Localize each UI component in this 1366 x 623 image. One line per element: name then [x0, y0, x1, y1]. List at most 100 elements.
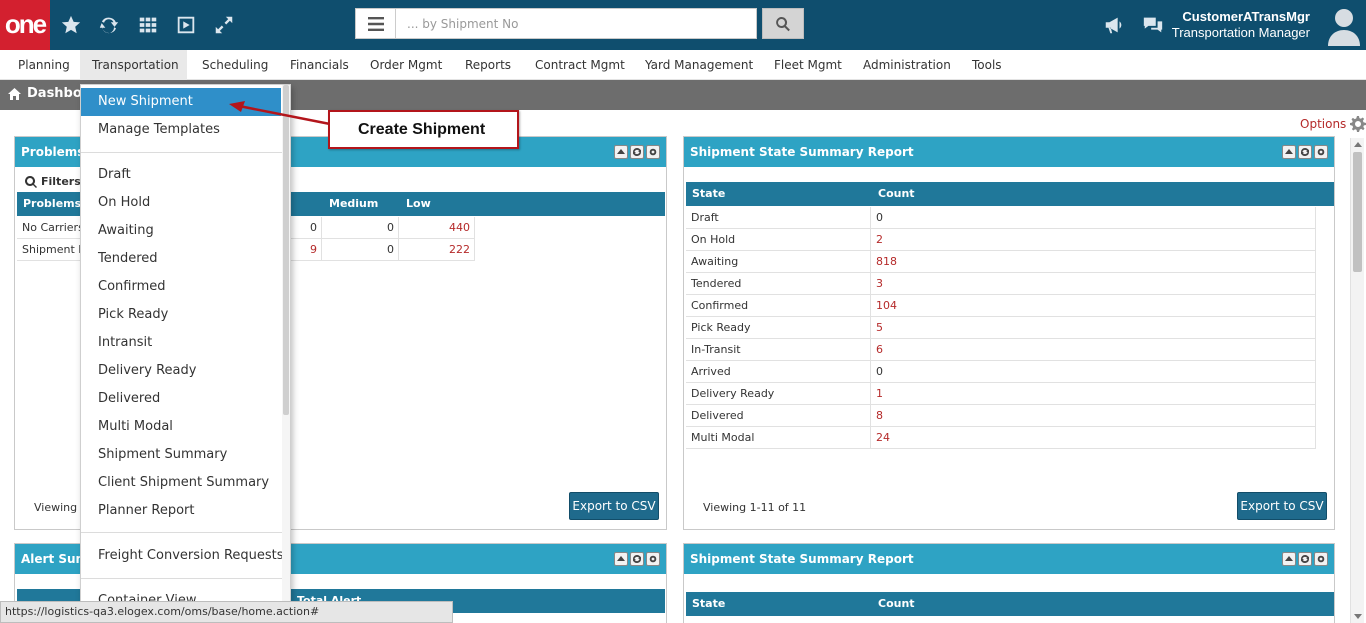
shipment-search-input[interactable]: [397, 9, 755, 38]
table-row[interactable]: Arrived 0: [686, 361, 1316, 383]
col-low[interactable]: Low: [400, 192, 431, 216]
refresh-icon[interactable]: [1298, 552, 1312, 566]
settings-icon[interactable]: [1314, 552, 1328, 566]
refresh-icon[interactable]: [630, 145, 644, 159]
menu-confirmed[interactable]: Confirmed: [81, 273, 281, 301]
user-name: CustomerATransMgr: [1182, 9, 1310, 24]
refresh-icon[interactable]: [630, 552, 644, 566]
user-role: Transportation Manager: [1171, 25, 1310, 40]
breadcrumb[interactable]: Dashboa: [8, 86, 91, 101]
settings-icon[interactable]: [1314, 145, 1328, 159]
nav-scheduling[interactable]: Scheduling: [190, 50, 280, 80]
menu-delivered[interactable]: Delivered: [81, 385, 281, 413]
scroll-thumb[interactable]: [1353, 152, 1362, 272]
col-state[interactable]: State: [686, 182, 725, 206]
col-state[interactable]: State: [686, 592, 725, 616]
chat-icon[interactable]: [1141, 13, 1165, 37]
cell-state: Arrived: [686, 361, 871, 383]
menu-intransit[interactable]: Intransit: [81, 329, 281, 357]
menu-draft[interactable]: Draft: [81, 161, 281, 189]
search-button[interactable]: [762, 8, 804, 39]
table-row[interactable]: Confirmed 104: [686, 295, 1316, 317]
nav-tools[interactable]: Tools: [960, 50, 1014, 80]
cell-medium: 0: [322, 239, 399, 261]
collapse-icon[interactable]: [1282, 552, 1296, 566]
home-icon: [8, 87, 21, 100]
cell-count: 0: [871, 361, 1316, 383]
menu-multi-modal[interactable]: Multi Modal: [81, 413, 281, 441]
nav-planning[interactable]: Planning: [6, 50, 82, 80]
refresh-icon[interactable]: [1298, 145, 1312, 159]
table-row[interactable]: Pick Ready 5: [686, 317, 1316, 339]
menu-awaiting[interactable]: Awaiting: [81, 217, 281, 245]
collapse-icon[interactable]: [614, 145, 628, 159]
grid-apps-icon[interactable]: [136, 13, 160, 37]
menu-delivery-ready[interactable]: Delivery Ready: [81, 357, 281, 385]
col-count[interactable]: Count: [872, 592, 915, 616]
gear-icon: [1350, 116, 1366, 132]
megaphone-icon[interactable]: [1102, 13, 1126, 37]
nav-order-mgmt[interactable]: Order Mgmt: [358, 50, 454, 80]
user-info[interactable]: CustomerATransMgr Transportation Manager: [1172, 9, 1310, 41]
cell-low: 440: [399, 217, 475, 239]
col-medium[interactable]: Medium: [323, 192, 378, 216]
nav-yard-management[interactable]: Yard Management: [633, 50, 765, 80]
menu-divider: [81, 532, 288, 533]
scroll-down-icon[interactable]: [1354, 614, 1362, 619]
menu-on-hold[interactable]: On Hold: [81, 189, 281, 217]
nav-transportation[interactable]: Transportation: [80, 50, 187, 80]
shipment-state-panel-2-header: Shipment State Summary Report: [684, 544, 1334, 574]
collapse-icon[interactable]: [614, 552, 628, 566]
play-icon[interactable]: [174, 13, 198, 37]
table-row[interactable]: Delivered 8: [686, 405, 1316, 427]
cell-state: Tendered: [686, 273, 871, 295]
callout-arrow: [229, 101, 331, 126]
star-icon[interactable]: [59, 13, 83, 37]
avatar-icon[interactable]: [1326, 6, 1362, 46]
cell-low: 222: [399, 239, 475, 261]
table-row[interactable]: Delivery Ready 1: [686, 383, 1316, 405]
table-row[interactable]: Awaiting 818: [686, 251, 1316, 273]
nav-reports[interactable]: Reports: [453, 50, 523, 80]
menu-pick-ready[interactable]: Pick Ready: [81, 301, 281, 329]
one-logo[interactable]: one: [0, 0, 50, 50]
top-bar: one CustomerATransMgr Transportation Man…: [0, 0, 1366, 50]
cell-count: 1: [871, 383, 1316, 405]
table-row[interactable]: On Hold 2: [686, 229, 1316, 251]
menu-tendered[interactable]: Tendered: [81, 245, 281, 273]
shipment-state-panel-2-title: Shipment State Summary Report: [690, 552, 914, 566]
collapse-icon[interactable]: [1282, 145, 1296, 159]
settings-icon[interactable]: [646, 552, 660, 566]
nav-financials[interactable]: Financials: [278, 50, 361, 80]
cell-count: 104: [871, 295, 1316, 317]
cell-count: 2: [871, 229, 1316, 251]
settings-icon[interactable]: [646, 145, 660, 159]
nav-fleet-mgmt[interactable]: Fleet Mgmt: [762, 50, 854, 80]
export-csv-button[interactable]: Export to CSV: [1237, 492, 1327, 520]
page-scrollbar[interactable]: [1350, 138, 1364, 623]
menu-planner-report[interactable]: Planner Report: [81, 497, 281, 525]
alert-panel-title: Alert Sum: [21, 552, 89, 566]
export-csv-button[interactable]: Export to CSV: [569, 492, 659, 520]
scroll-up-icon[interactable]: [1354, 142, 1362, 147]
col-count[interactable]: Count: [872, 182, 915, 206]
table-row[interactable]: In-Transit 6: [686, 339, 1316, 361]
filters-button[interactable]: Filters: [25, 175, 81, 188]
cell-count: 818: [871, 251, 1316, 273]
nav-administration[interactable]: Administration: [851, 50, 963, 80]
menu-shipment-summary[interactable]: Shipment Summary: [81, 441, 281, 469]
table-row[interactable]: Tendered 3: [686, 273, 1316, 295]
shipment-state-panel-header: Shipment State Summary Report: [684, 137, 1334, 167]
menu-client-shipment-summary[interactable]: Client Shipment Summary: [81, 469, 281, 497]
refresh-icon[interactable]: [97, 13, 121, 37]
search-menu-icon[interactable]: [356, 9, 396, 38]
nav-contract-mgmt[interactable]: Contract Mgmt: [523, 50, 637, 80]
table-row[interactable]: Multi Modal 24: [686, 427, 1316, 449]
options-link[interactable]: Options: [1300, 116, 1366, 132]
menu-freight-conversion-requests[interactable]: Freight Conversion Requests: [81, 542, 284, 570]
table-row[interactable]: Draft 0: [686, 207, 1316, 229]
dropdown-scrollbar[interactable]: [282, 85, 290, 623]
expand-icon[interactable]: [212, 13, 236, 37]
cell-state: In-Transit: [686, 339, 871, 361]
transportation-dropdown: New Shipment Manage Templates Draft On H…: [80, 84, 291, 623]
